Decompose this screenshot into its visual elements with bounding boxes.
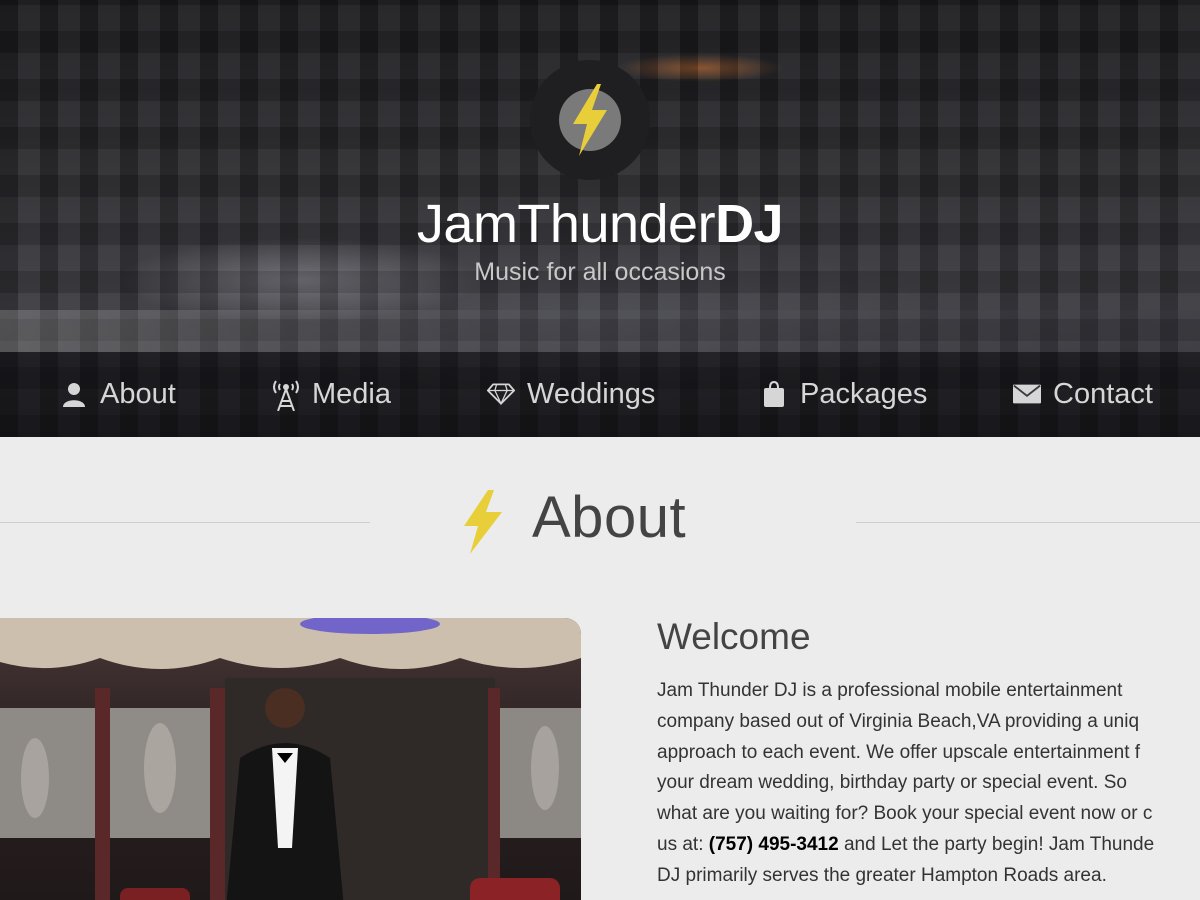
body-line-phone: us at: (757) 495-3412 and Let the party … (657, 830, 1200, 861)
body-line: your dream wedding, birthday party or sp… (657, 772, 1127, 794)
nav-item-label: Media (312, 377, 391, 410)
diamond-icon (487, 380, 515, 408)
nav-item-label: Weddings (527, 377, 656, 410)
shopping-bag-icon (760, 380, 788, 408)
logo-inner-circle (559, 84, 621, 156)
nav-item-label: About (100, 377, 176, 410)
main-nav: About Media Weddings Packages Contact (0, 352, 1200, 437)
nav-item-label: Contact (1053, 377, 1153, 410)
section-title: About (532, 485, 687, 550)
welcome-body: Jam Thunder DJ is a professional mobile … (657, 676, 1200, 892)
dj-photo-illustration (0, 618, 581, 900)
nav-item-media[interactable]: Media (272, 374, 391, 414)
nav-item-about[interactable]: About (60, 374, 176, 414)
body-text: and Let the party begin! Jam Thunde (838, 833, 1155, 855)
lightning-bolt-icon (464, 490, 502, 554)
site-title-main: JamThunder (416, 194, 716, 254)
site-title-bold: DJ (715, 194, 784, 254)
site-tagline: Music for all occasions (474, 258, 726, 286)
body-line: Jam Thunder DJ is a professional mobile … (657, 680, 1123, 701)
nav-item-contact[interactable]: Contact (1013, 374, 1153, 414)
broadcast-tower-icon (272, 380, 300, 411)
nav-item-weddings[interactable]: Weddings (487, 374, 655, 414)
body-line: what are you waiting for? Book your spec… (657, 803, 1153, 825)
body-line: company based out of Virginia Beach,VA p… (657, 710, 1140, 732)
lightning-bolt-icon (573, 84, 607, 156)
welcome-heading: Welcome (657, 616, 811, 657)
body-line: approach to each event. We offer upscale… (657, 741, 1141, 763)
hero-banner: JamThunderDJ Music for all occasions Abo… (0, 0, 1200, 437)
body-line: DJ primarily serves the greater Hampton … (657, 864, 1107, 886)
nav-item-packages[interactable]: Packages (760, 374, 927, 414)
site-title[interactable]: JamThunderDJ (0, 193, 1200, 255)
dj-photo (0, 618, 581, 900)
nav-item-label: Packages (800, 377, 928, 410)
user-icon (60, 380, 88, 408)
section-divider-right (856, 522, 1200, 523)
section-divider-left (0, 522, 370, 523)
site-logo[interactable] (530, 60, 650, 180)
body-text: us at: (657, 833, 709, 855)
envelope-icon (1013, 380, 1041, 408)
hero-background-strip (0, 310, 1200, 352)
phone-number[interactable]: (757) 495-3412 (709, 834, 839, 855)
